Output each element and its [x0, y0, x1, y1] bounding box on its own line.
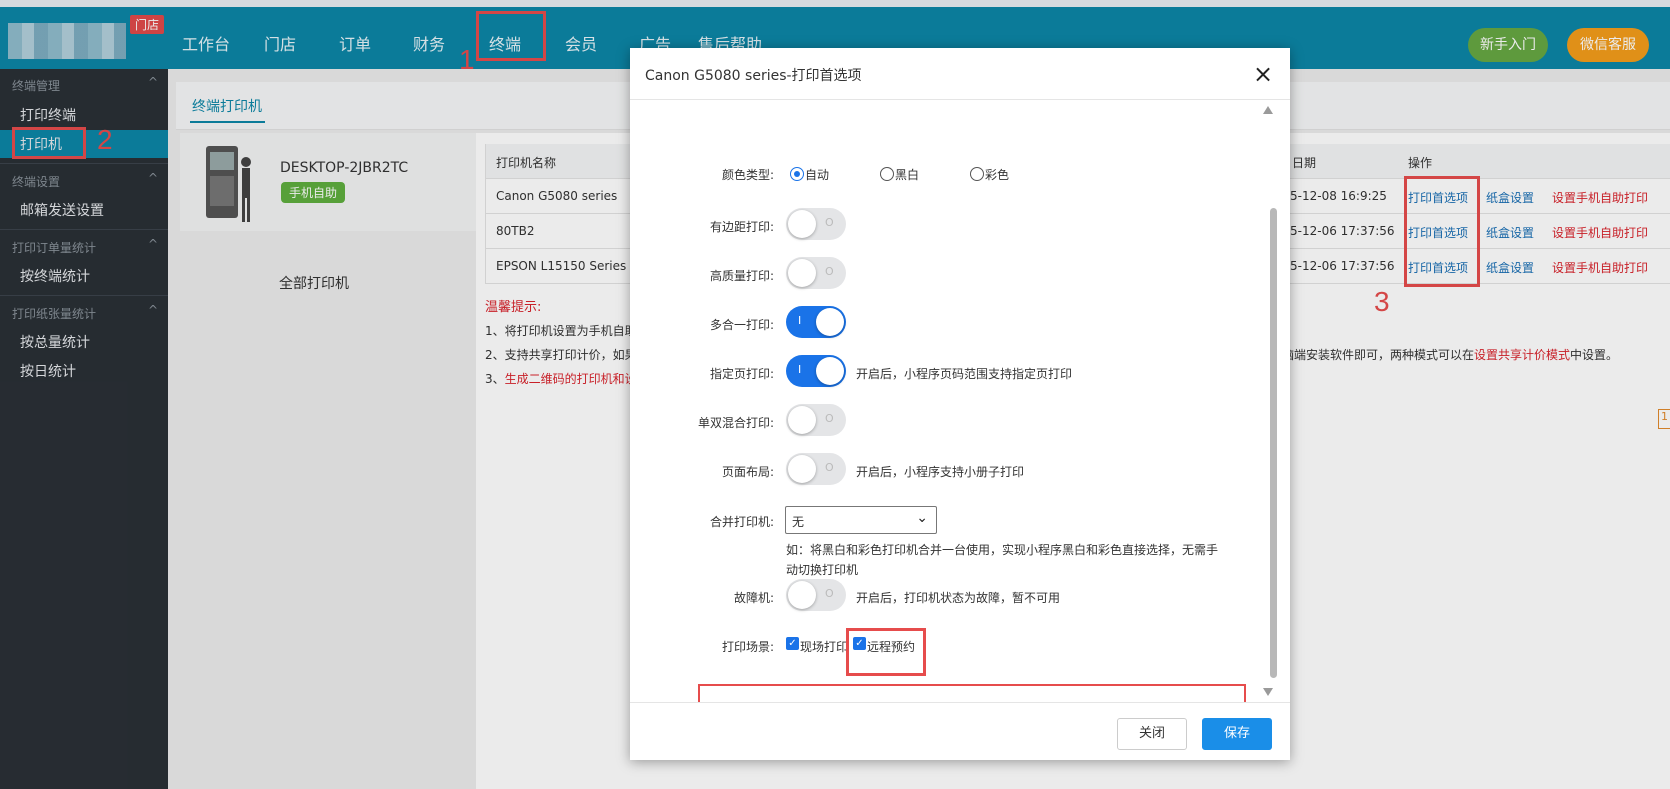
- fault-hint: 开启后，打印机状态为故障，暂不可用: [856, 591, 1061, 605]
- toggle-knob: [788, 259, 816, 287]
- duplex-mix-toggle[interactable]: O: [786, 404, 846, 436]
- page-layout-label: 页面布局:: [721, 465, 774, 479]
- multi-in-one-toggle[interactable]: I: [786, 306, 846, 338]
- toggle-mark: I: [798, 363, 802, 376]
- border-print-toggle[interactable]: O: [786, 208, 846, 240]
- close-button[interactable]: 关闭: [1117, 718, 1187, 750]
- toggle-knob: [816, 308, 844, 336]
- multi-in-one-label: 多合一打印:: [709, 318, 774, 332]
- page-range-label: 指定页打印:: [709, 367, 774, 381]
- onsite-label: 现场打印: [800, 640, 849, 654]
- duplex-mix-label: 单双混合打印:: [697, 416, 774, 430]
- merge-printer-value: 无: [792, 515, 805, 529]
- scroll-up-icon[interactable]: [1263, 106, 1273, 114]
- toggle-mark: O: [825, 216, 834, 229]
- print-preferences-dialog: Canon G5080 series-打印首选项 × 颜色类型: 自动 黑白 彩…: [630, 48, 1290, 760]
- merge-printer-hint-2: 动切换打印机: [786, 563, 859, 577]
- merge-printer-hint-1: 如：将黑白和彩色打印机合并一台使用，实现小程序黑白和彩色直接选择，无需手: [786, 543, 1219, 557]
- print-scene-label: 打印场景:: [721, 640, 774, 654]
- toggle-knob: [788, 210, 816, 238]
- toggle-mark: O: [825, 461, 834, 474]
- dialog-title: Canon G5080 series-打印首选项: [645, 68, 862, 84]
- close-icon[interactable]: ×: [1253, 60, 1273, 88]
- radio-bw[interactable]: [880, 167, 894, 181]
- toggle-knob: [788, 406, 816, 434]
- fault-toggle[interactable]: O: [786, 579, 846, 611]
- radio-color[interactable]: [970, 167, 984, 181]
- dialog-footer: 关闭 保存: [630, 702, 1290, 760]
- radio-auto[interactable]: [790, 167, 804, 181]
- radio-bw-label: 黑白: [895, 168, 920, 182]
- dialog-body: 颜色类型: 自动 黑白 彩色 有边距打印: O 高质量打印: O 多合一打印: …: [630, 101, 1290, 745]
- color-type-label: 颜色类型:: [721, 168, 774, 182]
- page-range-hint: 开启后，小程序页码范围支持指定页打印: [856, 367, 1073, 381]
- dialog-header: Canon G5080 series-打印首选项 ×: [630, 48, 1290, 100]
- merge-printer-select[interactable]: 无 ⌄: [785, 506, 937, 534]
- toggle-knob: [788, 455, 816, 483]
- page-layout-hint: 开启后，小程序支持小册子打印: [856, 465, 1025, 479]
- radio-color-label: 彩色: [985, 168, 1010, 182]
- scrollbar-thumb[interactable]: [1270, 208, 1277, 678]
- merge-printer-label: 合并打印机:: [709, 515, 774, 529]
- toggle-mark: I: [798, 314, 802, 327]
- annotation-box-remote: [846, 628, 926, 676]
- chevron-down-icon: ⌄: [916, 510, 928, 526]
- toggle-mark: O: [825, 412, 834, 425]
- save-button[interactable]: 保存: [1202, 718, 1272, 750]
- high-quality-label: 高质量打印:: [709, 269, 774, 283]
- toggle-mark: O: [825, 587, 834, 600]
- toggle-knob: [788, 581, 816, 609]
- scroll-down-icon[interactable]: [1263, 688, 1273, 696]
- high-quality-toggle[interactable]: O: [786, 257, 846, 289]
- radio-auto-label: 自动: [805, 168, 830, 182]
- page-layout-toggle[interactable]: O: [786, 453, 846, 485]
- border-print-label: 有边距打印:: [709, 220, 774, 234]
- fault-label: 故障机:: [733, 591, 774, 605]
- toggle-mark: O: [825, 265, 834, 278]
- onsite-checkbox[interactable]: ✓: [786, 637, 799, 650]
- page-range-toggle[interactable]: I: [786, 355, 846, 387]
- toggle-knob: [816, 357, 844, 385]
